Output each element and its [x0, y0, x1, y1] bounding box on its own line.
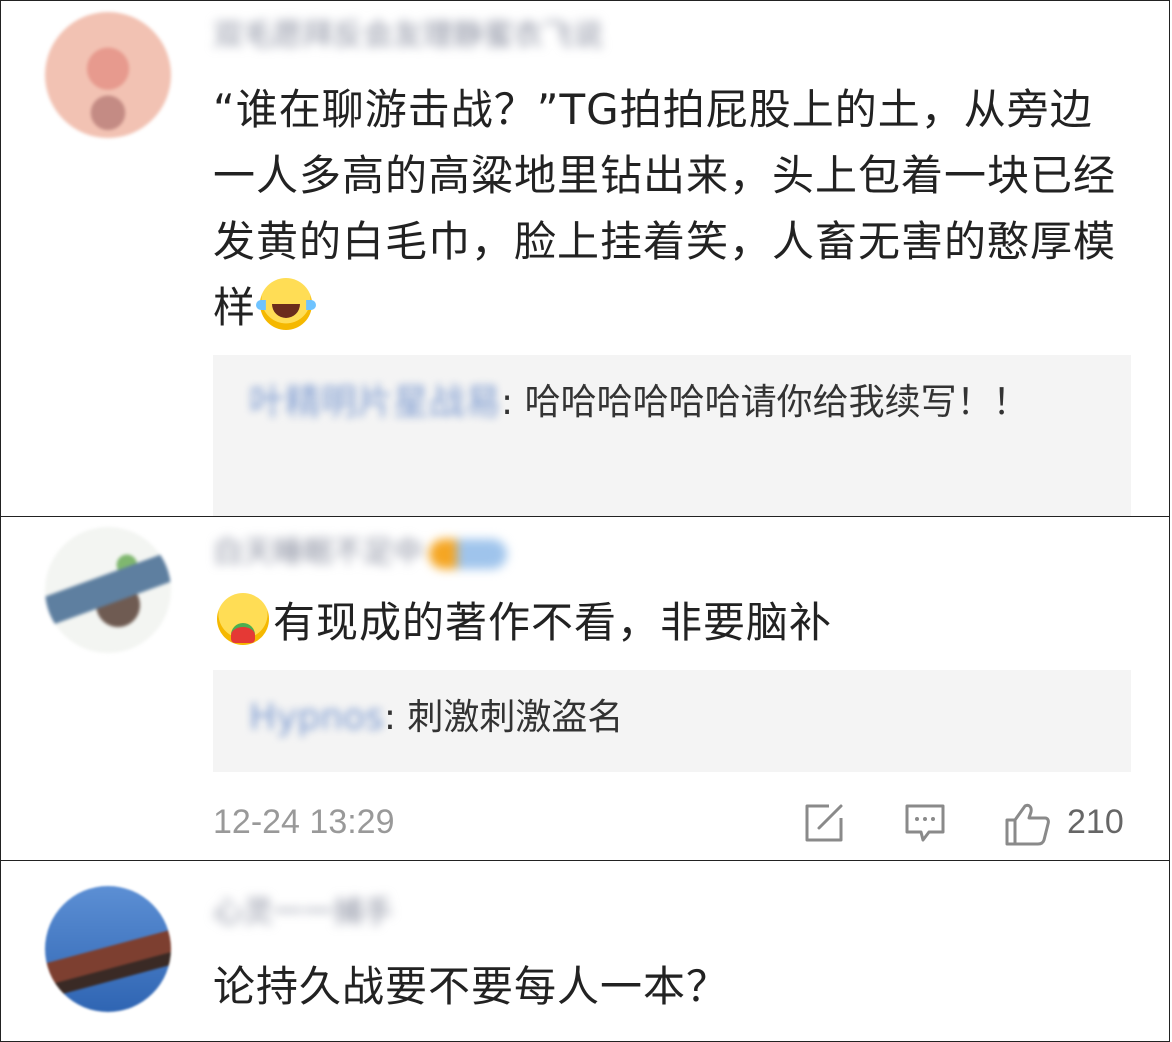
comment-button[interactable] [903, 802, 947, 844]
thumbs-up-icon [1005, 803, 1050, 846]
comment-content: 有现成的著作不看，非要脑补 [213, 590, 1129, 656]
comment-username[interactable]: 心灵一一捕手 [213, 894, 393, 932]
reply-box[interactable]: Hypnos: 刺激刺激盗名 [213, 670, 1131, 772]
timestamp: 12-24 13:29 [213, 803, 395, 841]
user-badge-icon [429, 538, 507, 569]
comment-username[interactable]: 白天睡眠不足中 [213, 534, 507, 572]
comment-icon [905, 804, 945, 842]
reply-username[interactable]: 叶精明片星战易 [249, 375, 501, 431]
share-button[interactable] [803, 802, 847, 844]
avatar[interactable] [45, 12, 171, 138]
comments-page: 双毛愿拜反会友理静蜜衣飞说 “谁在聊游击战？”TG拍拍屁股上的土，从旁边一人多高… [0, 0, 1172, 1042]
avatar[interactable] [45, 886, 171, 1012]
reply-text: 哈哈哈哈哈哈请你给我续写！！ [524, 382, 1029, 423]
reply-colon: : [383, 697, 408, 738]
comment-meta: 12-24 13:29 210 [213, 800, 1129, 846]
comment-card: 心灵一一捕手 论持久战要不要每人一本？ [0, 860, 1170, 1042]
comment-content: 论持久战要不要每人一本？ [213, 954, 1129, 1020]
comment-username[interactable]: 双毛愿拜反会友理静蜜衣飞说 [213, 17, 603, 55]
reply-box[interactable]: 叶精明片星战易: 哈哈哈哈哈哈请你给我续写！！ [213, 355, 1131, 516]
laugh-cry-emoji-icon [256, 278, 317, 330]
like-count: 210 [1067, 803, 1124, 841]
reply-text: 刺激刺激盗名 [407, 697, 624, 738]
comment-text: “谁在聊游击战？”TG拍拍屁股上的土，从旁边一人多高的高粱地里钻出来，头上包着一… [213, 85, 1117, 332]
reply-colon: : [501, 382, 525, 423]
comment-username-text: 白天睡眠不足中 [213, 535, 423, 570]
comment-card: 白天睡眠不足中 有现成的著作不看，非要脑补 Hypnos: 刺激刺激盗名 12-… [0, 516, 1170, 861]
share-icon [805, 804, 843, 842]
comment-content: “谁在聊游击战？”TG拍拍屁股上的土，从旁边一人多高的高粱地里钻出来，头上包着一… [213, 77, 1129, 341]
comment-card: 双毛愿拜反会友理静蜜衣飞说 “谁在聊游击战？”TG拍拍屁股上的土，从旁边一人多高… [0, 0, 1170, 517]
eating-emoji-icon [217, 593, 269, 645]
reply-username[interactable]: Hypnos [249, 690, 384, 746]
like-button[interactable]: 210 [1003, 802, 1143, 846]
avatar[interactable] [45, 527, 171, 653]
comment-text: 有现成的著作不看，非要脑补 [273, 598, 833, 647]
comment-text: 论持久战要不要每人一本？ [213, 962, 730, 1011]
